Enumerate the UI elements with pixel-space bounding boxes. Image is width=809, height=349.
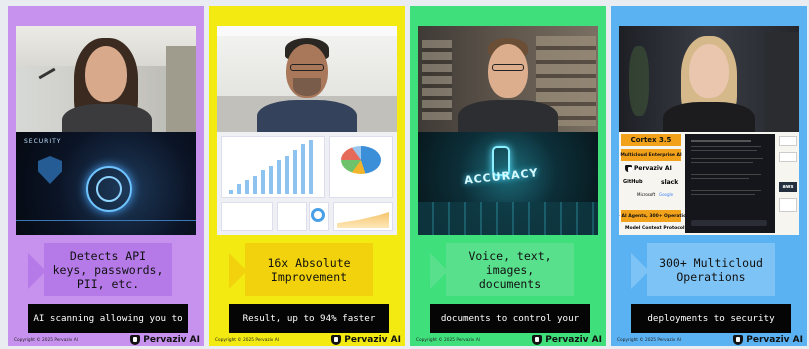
video-panel-2[interactable]: 16x Absolute Improvement Result, up to 9… <box>209 6 405 346</box>
slide-bottom-text: Model Context Protocol <box>625 226 685 231</box>
copyright-text: Copyright © 2025 Pervaziv AI <box>617 338 681 343</box>
security-visual: SECURITY <box>16 132 196 235</box>
brand-name: Pervaziv AI <box>143 335 200 345</box>
slide-screen <box>685 134 775 233</box>
shield-logo-icon <box>331 335 342 345</box>
shield-logo-icon <box>625 165 632 172</box>
copyright-text: Copyright © 2025 Pervaziv AI <box>215 338 279 343</box>
video-panel-1[interactable]: SECURITY Detects API keys, passwords, PI… <box>8 6 204 346</box>
video-panel-4[interactable]: Cortex 3.5 Multicloud Enterprise AI Perv… <box>611 6 807 346</box>
caption-text: Voice, text, images, documents <box>468 248 552 291</box>
dashboard-visual <box>217 132 397 235</box>
video-panel-3[interactable]: ACCURACY Voice, text, images, documents … <box>410 6 606 346</box>
caption-text: 300+ Multicloud Operations <box>659 255 763 284</box>
subtitle-bar: AI scanning allowing you to <box>28 304 188 333</box>
presenter-photo-4 <box>619 26 799 132</box>
accuracy-visual: ACCURACY <box>418 132 598 235</box>
logo-aws: aws <box>779 182 797 192</box>
security-label: SECURITY <box>24 138 62 145</box>
slide-bottom-badge: 40+ AI Agents, 300+ Operations <box>619 210 692 222</box>
cortex-slide: Cortex 3.5 Multicloud Enterprise AI Perv… <box>619 132 799 235</box>
brand-name: Pervaziv AI <box>545 335 602 345</box>
caption-box: Detects API keys, passwords, PII, etc. <box>44 243 172 296</box>
subtitle-text: documents to control your <box>440 313 580 324</box>
shield-logo-icon <box>130 335 141 345</box>
brand-name: Pervaziv AI <box>746 335 803 345</box>
presenter-photo-3 <box>418 26 598 132</box>
subtitle-bar: deployments to security <box>631 304 791 333</box>
shield-logo-icon <box>733 335 744 345</box>
caption-box: 16x Absolute Improvement <box>245 243 373 296</box>
brand-logo: Pervaziv AI <box>331 335 401 345</box>
panel-footer: Copyright © 2025 Pervaziv AI Pervaziv AI <box>617 335 803 346</box>
presenter-photo-2 <box>217 26 397 132</box>
caption-box: 300+ Multicloud Operations <box>647 243 775 296</box>
brand-logo: Pervaziv AI <box>733 335 803 345</box>
accuracy-label: ACCURACY <box>463 166 540 187</box>
slide-brand-name: Pervaziv AI <box>634 165 672 172</box>
copyright-text: Copyright © 2025 Pervaziv AI <box>416 338 480 343</box>
subtitle-text: AI scanning allowing you to <box>33 313 183 324</box>
copyright-text: Copyright © 2025 Pervaziv AI <box>14 338 78 343</box>
subtitle-text: Result, up to 94% faster <box>242 313 376 324</box>
panel-footer: Copyright © 2025 Pervaziv AI Pervaziv AI <box>416 335 602 346</box>
logo-google: Google <box>659 192 674 197</box>
panel-footer: Copyright © 2025 Pervaziv AI Pervaziv AI <box>215 335 401 346</box>
caption-text: Detects API keys, passwords, PII, etc. <box>52 248 164 291</box>
brand-logo: Pervaziv AI <box>532 335 602 345</box>
logo-slack: slack <box>661 179 679 186</box>
brand-logo: Pervaziv AI <box>130 335 200 345</box>
slide-subtitle: Multicloud Enterprise AI <box>620 149 682 161</box>
subtitle-bar: documents to control your <box>430 304 590 333</box>
subtitle-text: deployments to security <box>647 313 775 324</box>
logo-github: GitHub <box>623 179 643 185</box>
caption-text: 16x Absolute Improvement <box>267 255 351 284</box>
slide-brand: Pervaziv AI <box>625 165 672 172</box>
shield-logo-icon <box>532 335 543 345</box>
slide-title: Cortex 3.5 <box>621 134 681 146</box>
subtitle-bar: Result, up to 94% faster <box>229 304 389 333</box>
logo-microsoft: Microsoft <box>637 192 656 197</box>
presenter-photo-1 <box>16 26 196 132</box>
brand-name: Pervaziv AI <box>344 335 401 345</box>
panel-footer: Copyright © 2025 Pervaziv AI Pervaziv AI <box>14 335 200 346</box>
caption-box: Voice, text, images, documents <box>446 243 574 296</box>
